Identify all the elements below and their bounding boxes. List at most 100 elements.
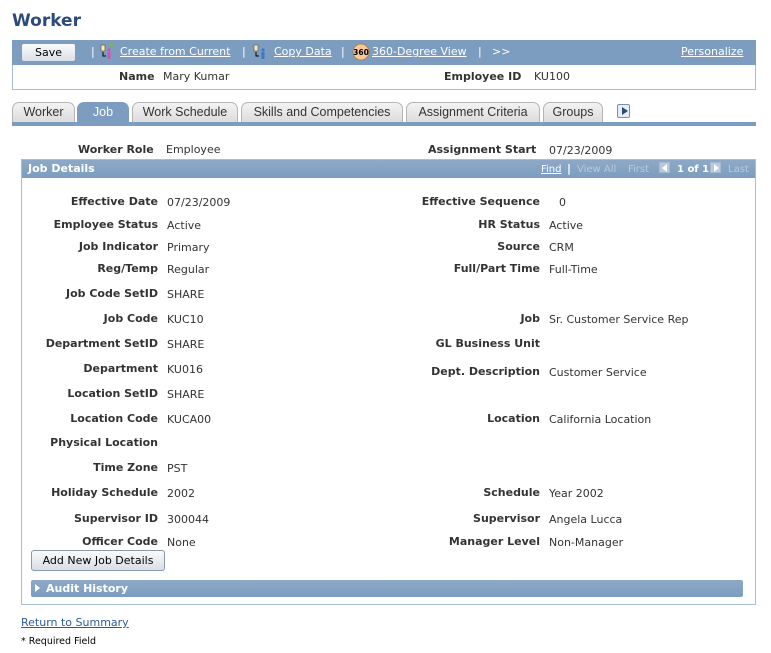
expand-arrow-icon bbox=[35, 584, 40, 592]
add-new-job-details-button[interactable]: Add New Job Details bbox=[31, 550, 165, 571]
employee-header: Name Mary Kumar Employee ID KU100 bbox=[12, 65, 756, 90]
field-value: Non-Manager bbox=[549, 536, 624, 549]
find-link[interactable]: Find bbox=[541, 164, 562, 175]
field-value: 07/23/2009 bbox=[167, 196, 231, 209]
field-label: Location bbox=[487, 412, 540, 425]
field-label: Job bbox=[520, 312, 540, 325]
nav-separator: | bbox=[567, 162, 572, 175]
field-value: PST bbox=[167, 462, 188, 475]
tab-job[interactable]: Job bbox=[77, 102, 129, 122]
create-from-current-icon[interactable] bbox=[100, 44, 116, 60]
field-label: Dept. Description bbox=[431, 365, 540, 378]
field-value: Year 2002 bbox=[549, 487, 604, 500]
field-label: Effective Sequence bbox=[421, 195, 540, 208]
field-label: Source bbox=[497, 240, 540, 253]
field-value: 2002 bbox=[167, 487, 195, 500]
field-value: SHARE bbox=[167, 338, 205, 351]
field-value: None bbox=[167, 536, 196, 549]
employee-id-value: KU100 bbox=[534, 70, 570, 83]
toolbar: Save | Create from Current | Copy Data |… bbox=[12, 40, 756, 65]
field-value: California Location bbox=[549, 413, 652, 426]
tab-groups[interactable]: Groups bbox=[543, 102, 603, 122]
job-details-title: Job Details bbox=[28, 162, 95, 175]
field-value: Full-Time bbox=[549, 263, 598, 276]
toolbar-separator: | bbox=[341, 45, 345, 58]
field-value: KUC10 bbox=[167, 313, 204, 326]
field-label: Job Code bbox=[103, 312, 158, 325]
tab-underline bbox=[12, 122, 756, 126]
field-value: Angela Lucca bbox=[549, 513, 623, 526]
tab-worker[interactable]: Worker bbox=[12, 102, 75, 122]
field-label: Location Code bbox=[70, 412, 158, 425]
name-label: Name bbox=[119, 70, 155, 83]
field-label: Officer Code bbox=[82, 535, 158, 548]
360-degree-view-icon[interactable]: 360 bbox=[352, 43, 370, 61]
worker-role-label: Worker Role bbox=[78, 143, 154, 156]
field-value: KUCA00 bbox=[167, 413, 212, 426]
save-button[interactable]: Save bbox=[21, 43, 76, 62]
toolbar-separator: | bbox=[242, 45, 246, 58]
field-label: HR Status bbox=[478, 218, 540, 231]
personalize-link[interactable]: Personalize bbox=[681, 45, 743, 58]
page-title: Worker bbox=[12, 11, 81, 31]
field-value: Regular bbox=[167, 263, 210, 276]
tab-label: Work Schedule bbox=[142, 105, 228, 119]
field-label: Department bbox=[83, 362, 158, 375]
employee-id-label: Employee ID bbox=[444, 70, 522, 83]
audit-history-title: Audit History bbox=[46, 582, 129, 595]
field-label: Supervisor ID bbox=[73, 512, 158, 525]
field-label: Holiday Schedule bbox=[51, 486, 158, 499]
field-value: Primary bbox=[167, 241, 210, 254]
return-to-summary-link[interactable]: Return to Summary bbox=[21, 616, 129, 629]
toolbar-separator: | bbox=[91, 45, 95, 58]
tab-label: Assignment Criteria bbox=[418, 105, 528, 119]
last-link[interactable]: Last bbox=[728, 164, 749, 175]
worker-role-value: Employee bbox=[166, 143, 221, 156]
field-label: Time Zone bbox=[93, 461, 158, 474]
field-value: 300044 bbox=[167, 513, 209, 526]
field-value: Active bbox=[167, 219, 202, 232]
field-label: Full/Part Time bbox=[453, 262, 540, 275]
field-label: Supervisor bbox=[473, 512, 540, 525]
field-value: Customer Service bbox=[549, 366, 647, 379]
tab-skills-and-competencies[interactable]: Skills and Competencies bbox=[241, 102, 403, 122]
tab-assignment-criteria[interactable]: Assignment Criteria bbox=[406, 102, 540, 122]
name-value: Mary Kumar bbox=[163, 70, 230, 83]
previous-icon[interactable] bbox=[659, 162, 670, 173]
field-value: KU016 bbox=[167, 363, 203, 376]
field-label: Department SetID bbox=[45, 337, 158, 350]
field-label: GL Business Unit bbox=[435, 337, 540, 350]
next-icon[interactable] bbox=[710, 162, 721, 173]
tab-label: Job bbox=[92, 105, 114, 119]
field-label: Schedule bbox=[483, 486, 540, 499]
first-link[interactable]: First bbox=[628, 164, 649, 175]
tab-work-schedule[interactable]: Work Schedule bbox=[132, 102, 238, 122]
field-value: SHARE bbox=[167, 288, 205, 301]
required-field-note: * Required Field bbox=[21, 636, 96, 647]
job-details-group: Job Details Find | View All First 1 of 1… bbox=[21, 159, 756, 605]
view-all-link[interactable]: View All bbox=[577, 164, 616, 175]
360-badge-text: 360 bbox=[353, 48, 369, 57]
more-actions-button[interactable]: >> bbox=[492, 45, 510, 58]
assignment-start-label: Assignment Start bbox=[428, 143, 537, 156]
copy-data-link[interactable]: Copy Data bbox=[274, 45, 332, 58]
field-label: Effective Date bbox=[70, 195, 158, 208]
audit-history-toggle[interactable]: Audit History bbox=[31, 580, 743, 597]
create-from-current-link[interactable]: Create from Current bbox=[120, 45, 230, 58]
field-value: Sr. Customer Service Rep bbox=[549, 313, 689, 326]
field-label: Manager Level bbox=[448, 535, 540, 548]
field-label: Employee Status bbox=[53, 218, 158, 231]
field-value: 0 bbox=[559, 196, 566, 209]
field-label: Location SetID bbox=[67, 387, 158, 400]
360-degree-view-link[interactable]: 360-Degree View bbox=[372, 45, 467, 58]
copy-data-icon[interactable] bbox=[253, 44, 269, 60]
field-label: Job Code SetID bbox=[65, 287, 158, 300]
job-details-header: Job Details Find | View All First 1 of 1… bbox=[22, 160, 755, 178]
tab-label: Skills and Competencies bbox=[253, 105, 391, 119]
field-label: Job Indicator bbox=[78, 240, 158, 253]
field-label: Physical Location bbox=[50, 436, 158, 449]
tab-scroll-right-icon[interactable] bbox=[617, 104, 630, 118]
tab-strip: Worker Job Work Schedule Skills and Comp… bbox=[12, 102, 756, 126]
tab-label: Worker bbox=[23, 105, 64, 119]
field-value: Active bbox=[549, 219, 584, 232]
